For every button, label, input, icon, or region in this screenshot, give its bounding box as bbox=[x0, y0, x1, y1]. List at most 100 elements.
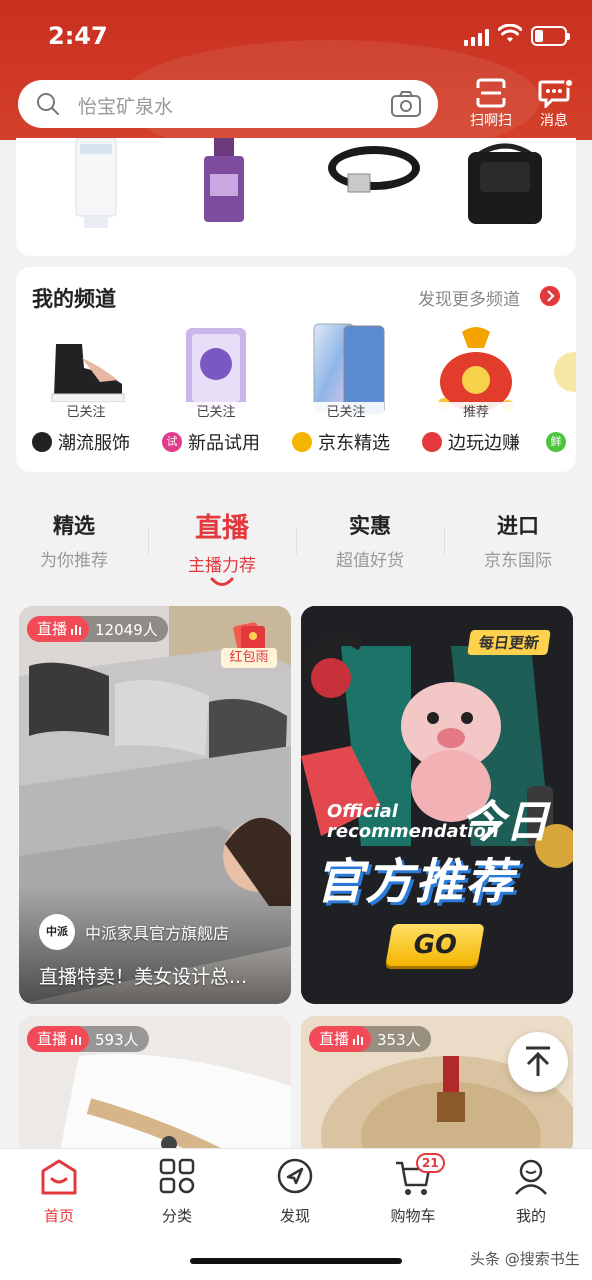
live-bars-icon bbox=[71, 623, 82, 635]
tab-title: 进口 bbox=[497, 514, 539, 538]
message-label: 消息 bbox=[540, 113, 568, 129]
wifi-icon bbox=[498, 24, 522, 42]
promo-today: 今日 bbox=[461, 797, 549, 848]
my-channels-card: 我的频道 发现更多频道 已关注 潮流服饰 已关注 试 新品试用 已关注 京东精选… bbox=[16, 267, 576, 472]
viewer-count: 12049人 bbox=[95, 620, 158, 639]
shop-name: 中派家具官方旗舰店 bbox=[85, 924, 230, 943]
live-tag: 直播 12049人 bbox=[27, 616, 168, 642]
channel-item[interactable]: 已关注 京东精选 bbox=[286, 322, 406, 462]
product-strip bbox=[16, 138, 576, 256]
channel-badge: 已关注 bbox=[48, 402, 124, 424]
nav-discover[interactable]: 发现 bbox=[236, 1157, 354, 1229]
daily-update-badge: 每日更新 bbox=[467, 630, 551, 655]
tab-title: 实惠 bbox=[349, 514, 391, 538]
shop-row[interactable]: 中派 中派家具官方旗舰店 bbox=[39, 914, 229, 950]
search-input[interactable]: 怡宝矿泉水 bbox=[18, 80, 438, 128]
channel-item[interactable]: 已关注 试 新品试用 bbox=[156, 322, 276, 462]
tab-import[interactable]: 进口 京东国际 bbox=[444, 500, 592, 595]
channel-name: 京东精选 bbox=[318, 433, 390, 454]
live-stream-card[interactable]: 直播 593人 bbox=[19, 1016, 291, 1156]
shop-logo: 中派 bbox=[39, 914, 75, 950]
top-header: 2:47 怡宝矿泉水 扫啊扫 消息 bbox=[0, 0, 592, 140]
tab-divider bbox=[296, 528, 297, 554]
live-tag: 直播 593人 bbox=[27, 1026, 149, 1052]
red-envelope-badge[interactable]: 红包雨 bbox=[221, 620, 277, 672]
hanger-icon bbox=[32, 432, 52, 452]
search-placeholder: 怡宝矿泉水 bbox=[78, 96, 174, 118]
game-icon bbox=[422, 432, 442, 452]
viewer-count: 593人 bbox=[95, 1030, 139, 1049]
live-bars-icon bbox=[353, 1033, 364, 1045]
live-label: 直播 bbox=[37, 1030, 68, 1048]
tab-subtitle: 超值好货 bbox=[336, 551, 404, 571]
channel-badge: 推荐 bbox=[438, 402, 514, 424]
jd-select-icon bbox=[292, 432, 312, 452]
cart-count-badge: 21 bbox=[416, 1153, 445, 1173]
channel-name-row: 边玩边赚 bbox=[422, 428, 520, 456]
channel-item[interactable]: 已关注 潮流服饰 bbox=[26, 322, 146, 462]
status-time: 2:47 bbox=[48, 22, 108, 50]
tab-featured[interactable]: 精选 为你推荐 bbox=[0, 500, 148, 595]
category-icon bbox=[159, 1158, 195, 1194]
message-button[interactable]: 消息 bbox=[526, 76, 582, 132]
tab-title: 精选 bbox=[53, 514, 95, 538]
fresh-image bbox=[554, 352, 576, 392]
tab-subtitle: 主播力荐 bbox=[188, 556, 256, 576]
channel-name-row: 京东精选 bbox=[292, 428, 390, 456]
camera-icon[interactable] bbox=[390, 90, 422, 118]
scan-button[interactable]: 扫啊扫 bbox=[463, 76, 519, 132]
channel-badge: 已关注 bbox=[308, 402, 384, 424]
promo-card[interactable]: 每日更新 Official recommendation 今日 官方推荐 GO bbox=[301, 606, 573, 1004]
message-dot bbox=[564, 78, 574, 88]
trial-icon: 试 bbox=[162, 432, 182, 452]
product-belt-image[interactable] bbox=[324, 138, 424, 198]
nav-home[interactable]: 首页 bbox=[0, 1157, 118, 1229]
live-label: 直播 bbox=[37, 620, 68, 638]
channel-name: 边玩边赚 bbox=[448, 433, 520, 454]
channel-name: 新品试用 bbox=[188, 433, 260, 454]
go-button[interactable]: GO bbox=[385, 924, 485, 966]
tab-subtitle: 为你推荐 bbox=[40, 551, 108, 571]
nav-category[interactable]: 分类 bbox=[118, 1157, 236, 1229]
product-tube-image[interactable] bbox=[66, 138, 126, 230]
profile-icon bbox=[515, 1159, 547, 1195]
channel-name: 潮流服饰 bbox=[58, 433, 130, 454]
my-channels-title: 我的频道 bbox=[32, 287, 116, 311]
tab-deals[interactable]: 实惠 超值好货 bbox=[296, 500, 444, 595]
nav-label: 我的 bbox=[515, 1207, 546, 1225]
tab-live[interactable]: 直播 主播力荐 bbox=[148, 500, 296, 595]
nav-cart[interactable]: 21 购物车 bbox=[354, 1153, 472, 1229]
signal-icon bbox=[464, 28, 489, 46]
active-tab-indicator bbox=[210, 577, 234, 586]
nav-label: 购物车 bbox=[390, 1207, 436, 1225]
channel-item[interactable]: 鲜 bbox=[546, 322, 576, 462]
scan-icon bbox=[476, 78, 506, 108]
channel-name-row: 潮流服饰 bbox=[32, 428, 130, 456]
tab-divider bbox=[444, 528, 445, 554]
fresh-icon: 鲜 bbox=[546, 432, 566, 452]
channel-name-row: 鲜 bbox=[546, 428, 572, 456]
channel-item[interactable]: 推荐 边玩边赚 bbox=[416, 322, 536, 462]
product-bottle-image[interactable] bbox=[202, 138, 246, 224]
channel-badge: 已关注 bbox=[178, 402, 254, 424]
promo-title: 官方推荐 bbox=[315, 854, 516, 910]
discover-icon bbox=[277, 1158, 313, 1194]
nav-profile[interactable]: 我的 bbox=[472, 1157, 590, 1229]
tab-divider bbox=[148, 528, 149, 554]
nav-label: 发现 bbox=[279, 1207, 310, 1225]
nav-label: 首页 bbox=[43, 1207, 74, 1225]
home-icon bbox=[41, 1159, 77, 1195]
arrow-up-icon bbox=[526, 1046, 550, 1076]
live-label: 直播 bbox=[319, 1030, 350, 1048]
discover-more-channels-link[interactable]: 发现更多频道 bbox=[418, 285, 520, 310]
live-tag: 直播 353人 bbox=[309, 1026, 431, 1052]
watermark: 头条 @搜索书生 bbox=[470, 1250, 580, 1268]
chevron-right-icon[interactable] bbox=[540, 286, 560, 306]
product-bag-image[interactable] bbox=[450, 138, 560, 230]
scan-label: 扫啊扫 bbox=[470, 113, 512, 129]
viewer-count: 353人 bbox=[377, 1030, 421, 1049]
live-stream-card[interactable]: 直播 12049人 红包雨 中派 中派家具官方旗舰店 直播特卖！美女设计总... bbox=[19, 606, 291, 1004]
battery-icon bbox=[531, 26, 570, 46]
back-to-top-button[interactable] bbox=[508, 1032, 568, 1092]
live-caption: 直播特卖！美女设计总... bbox=[39, 966, 248, 988]
